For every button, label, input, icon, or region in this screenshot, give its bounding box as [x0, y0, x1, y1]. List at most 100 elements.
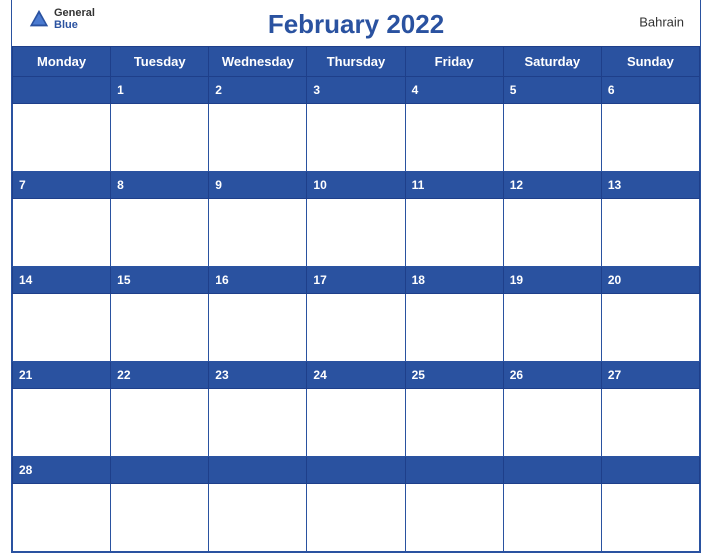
day-number-14: 14 — [19, 273, 32, 287]
week-4-day-6-num-cell: 26 — [503, 361, 601, 388]
col-saturday: Saturday — [503, 46, 601, 76]
week-5-day-2-num-cell — [111, 456, 209, 483]
week-3-content-cell-4 — [307, 293, 405, 361]
week-2-content-cell-5 — [405, 198, 503, 266]
week-3-content-cell-1 — [13, 293, 111, 361]
week-3-content-cell-2 — [111, 293, 209, 361]
col-tuesday: Tuesday — [111, 46, 209, 76]
week-1-content-cell-6 — [503, 103, 601, 171]
week-2-content — [13, 198, 700, 266]
week-4-day-2-num-cell: 22 — [111, 361, 209, 388]
week-1-content-cell-1 — [13, 103, 111, 171]
week-4-day-7-num-cell: 27 — [601, 361, 699, 388]
week-5-day-1-num-cell: 28 — [13, 456, 111, 483]
day-number-16: 16 — [215, 273, 228, 287]
week-5-content-cell-5 — [405, 483, 503, 551]
day-number-23: 23 — [215, 368, 228, 382]
week-2-content-cell-4 — [307, 198, 405, 266]
week-5-content-cell-6 — [503, 483, 601, 551]
week-3-day-1-num-cell: 14 — [13, 266, 111, 293]
week-2-content-cell-1 — [13, 198, 111, 266]
week-2-day-5-num-cell: 11 — [405, 171, 503, 198]
week-5-content-cell-3 — [209, 483, 307, 551]
week-5-day-5-num-cell — [405, 456, 503, 483]
calendar-grid: Monday Tuesday Wednesday Thursday Friday… — [12, 46, 700, 552]
week-2-day-4-num-cell: 10 — [307, 171, 405, 198]
day-number-2: 2 — [215, 83, 222, 97]
week-2-header: 7 8 9 10 11 12 13 — [13, 171, 700, 198]
day-number-27: 27 — [608, 368, 621, 382]
logo-area: General Blue — [28, 7, 95, 31]
week-4-content-cell-4 — [307, 388, 405, 456]
week-3-content-cell-5 — [405, 293, 503, 361]
week-2-content-cell-7 — [601, 198, 699, 266]
week-3-content-cell-7 — [601, 293, 699, 361]
day-number-19: 19 — [510, 273, 523, 287]
week-4-content-cell-6 — [503, 388, 601, 456]
day-number-6: 6 — [608, 83, 615, 97]
week-1-content — [13, 103, 700, 171]
col-thursday: Thursday — [307, 46, 405, 76]
country-label: Bahrain — [639, 15, 684, 30]
day-number-18: 18 — [412, 273, 425, 287]
logo-blue: Blue — [54, 19, 95, 31]
week-4-content-cell-1 — [13, 388, 111, 456]
week-5-content-cell-2 — [111, 483, 209, 551]
week-3-content-cell-6 — [503, 293, 601, 361]
week-1-content-cell-3 — [209, 103, 307, 171]
day-number-7: 7 — [19, 178, 26, 192]
day-number-13: 13 — [608, 178, 621, 192]
day-number-10: 10 — [313, 178, 326, 192]
week-3-header: 14151617181920 — [13, 266, 700, 293]
week-1-content-cell-7 — [601, 103, 699, 171]
calendar-header: General Blue February 2022 Bahrain — [12, 0, 700, 46]
week-4-header: 21222324252627 — [13, 361, 700, 388]
day-number-26: 26 — [510, 368, 523, 382]
day-number-20: 20 — [608, 273, 621, 287]
logo-general: General — [54, 7, 95, 19]
week-1-day-6-num-cell: 5 — [503, 76, 601, 103]
week-1-day-4-num-cell: 3 — [307, 76, 405, 103]
week-3-content-cell-3 — [209, 293, 307, 361]
day-number-8: 8 — [117, 178, 124, 192]
day-number-9: 9 — [215, 178, 222, 192]
week-5-day-6-num-cell — [503, 456, 601, 483]
week-1-day-5-num-cell: 4 — [405, 76, 503, 103]
week-4-content — [13, 388, 700, 456]
week-2-content-cell-3 — [209, 198, 307, 266]
col-wednesday: Wednesday — [209, 46, 307, 76]
logo-icon — [28, 8, 50, 30]
week-2-day-6-num-cell: 12 — [503, 171, 601, 198]
day-number-15: 15 — [117, 273, 130, 287]
day-number-24: 24 — [313, 368, 326, 382]
week-1-day-3-num-cell: 2 — [209, 76, 307, 103]
week-4-content-cell-2 — [111, 388, 209, 456]
calendar-body: 1234567891011121314151617181920212223242… — [13, 76, 700, 551]
week-4-content-cell-7 — [601, 388, 699, 456]
week-1-day-2-num-cell: 1 — [111, 76, 209, 103]
week-5-content-cell-7 — [601, 483, 699, 551]
day-number-11: 11 — [412, 178, 425, 192]
month-title: February 2022 — [268, 9, 444, 40]
week-4-content-cell-3 — [209, 388, 307, 456]
col-monday: Monday — [13, 46, 111, 76]
day-number-25: 25 — [412, 368, 425, 382]
week-1-content-cell-2 — [111, 103, 209, 171]
day-number-3: 3 — [313, 83, 320, 97]
week-5-content-cell-4 — [307, 483, 405, 551]
week-5-day-3-num-cell — [209, 456, 307, 483]
week-5-day-4-num-cell — [307, 456, 405, 483]
col-friday: Friday — [405, 46, 503, 76]
week-3-content — [13, 293, 700, 361]
week-3-day-5-num-cell: 18 — [405, 266, 503, 293]
week-2-content-cell-6 — [503, 198, 601, 266]
week-4-day-4-num-cell: 24 — [307, 361, 405, 388]
week-1-content-cell-5 — [405, 103, 503, 171]
week-2-content-cell-2 — [111, 198, 209, 266]
week-1-day-7-num-cell: 6 — [601, 76, 699, 103]
week-3-day-7-num-cell: 20 — [601, 266, 699, 293]
week-5-day-7-num-cell — [601, 456, 699, 483]
week-2-day-3-num-cell: 9 — [209, 171, 307, 198]
week-3-day-3-num-cell: 16 — [209, 266, 307, 293]
calendar-container: General Blue February 2022 Bahrain Monda… — [11, 0, 701, 553]
